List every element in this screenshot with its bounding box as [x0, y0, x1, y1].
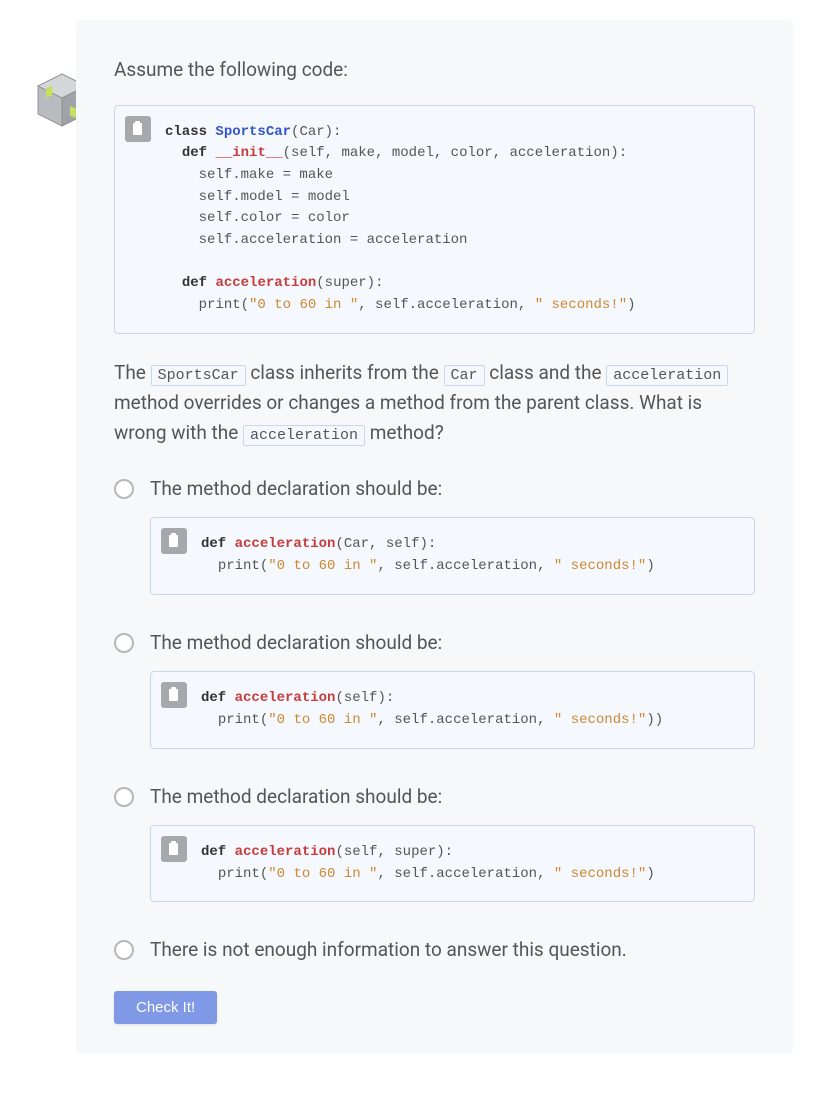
code-content: def acceleration(Car, self): print("0 to…	[201, 534, 734, 577]
option-code-block: def acceleration(self): print("0 to 60 i…	[150, 671, 755, 748]
code-content: def acceleration(self): print("0 to 60 i…	[201, 688, 734, 731]
clipboard-icon[interactable]	[161, 836, 187, 862]
option-code-block: def acceleration(self, super): print("0 …	[150, 825, 755, 902]
check-button[interactable]: Check It!	[114, 991, 217, 1024]
option-label: There is not enough information to answe…	[150, 936, 755, 965]
inline-code: acceleration	[243, 425, 365, 446]
clipboard-icon[interactable]	[161, 682, 187, 708]
inline-code: SportsCar	[151, 365, 246, 386]
inline-code: acceleration	[606, 365, 728, 386]
clipboard-icon[interactable]	[161, 528, 187, 554]
radio-button[interactable]	[114, 787, 134, 807]
radio-button[interactable]	[114, 479, 134, 499]
option-label: The method declaration should be:	[150, 783, 755, 812]
code-content: def acceleration(self, super): print("0 …	[201, 842, 734, 885]
question-card: Assume the following code: class SportsC…	[76, 20, 793, 1054]
answer-option[interactable]: There is not enough information to answe…	[114, 936, 755, 965]
code-content: class SportsCar(Car): def __init__(self,…	[165, 122, 734, 317]
inline-code: Car	[444, 365, 485, 386]
question-text: The SportsCar class inherits from the Ca…	[114, 358, 755, 449]
radio-button[interactable]	[114, 940, 134, 960]
option-label: The method declaration should be:	[150, 475, 755, 504]
prompt: Assume the following code:	[114, 56, 755, 85]
radio-button[interactable]	[114, 633, 134, 653]
answer-option[interactable]: The method declaration should be: def ac…	[114, 475, 755, 603]
option-label: The method declaration should be:	[150, 629, 755, 658]
answer-option[interactable]: The method declaration should be: def ac…	[114, 783, 755, 911]
clipboard-icon[interactable]	[125, 116, 151, 142]
answer-option[interactable]: The method declaration should be: def ac…	[114, 629, 755, 757]
option-code-block: def acceleration(Car, self): print("0 to…	[150, 517, 755, 594]
main-code-block: class SportsCar(Car): def __init__(self,…	[114, 105, 755, 334]
